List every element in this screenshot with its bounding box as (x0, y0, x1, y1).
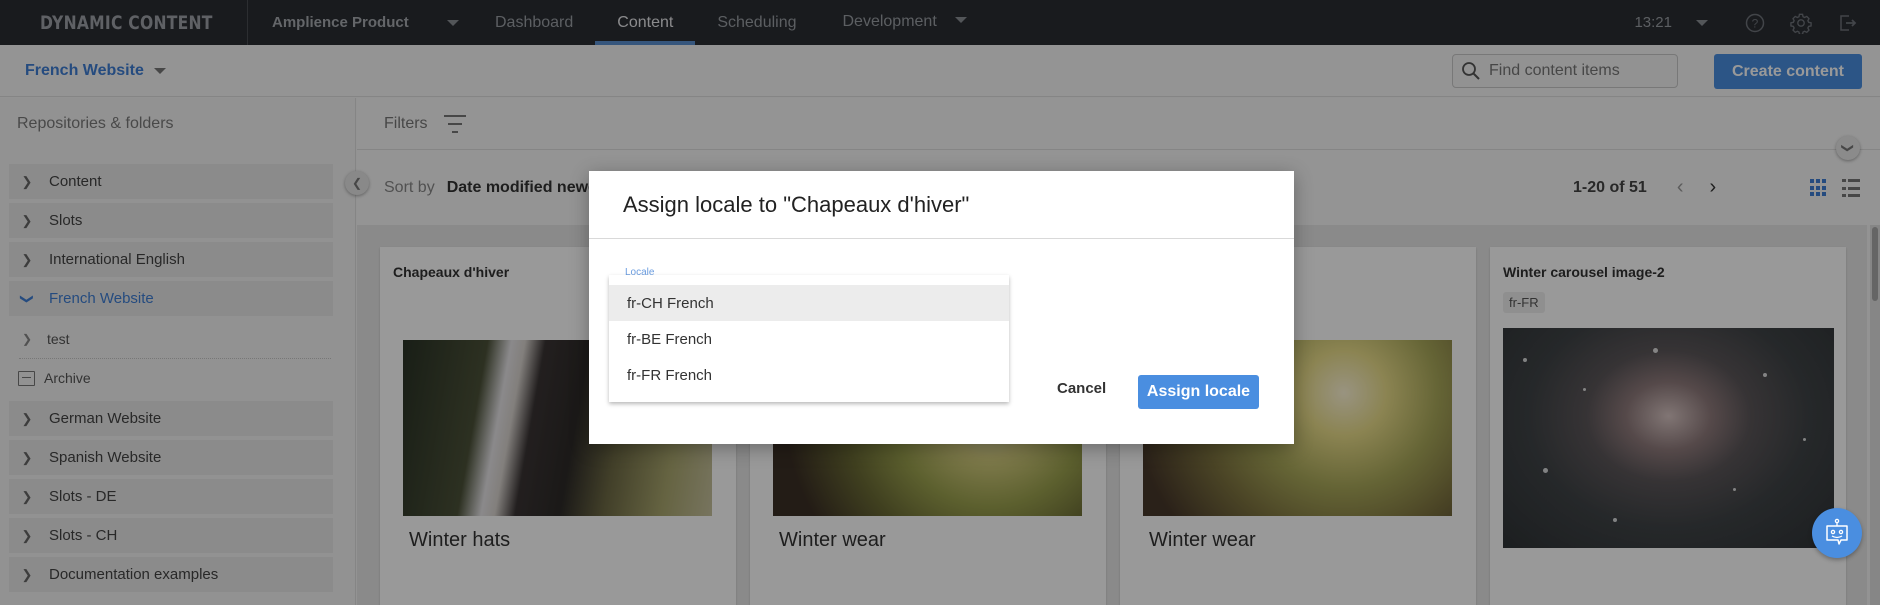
locale-dropdown-menu: fr-CH French fr-BE French fr-FR French (609, 275, 1009, 402)
assign-locale-dialog: Assign locale to "Chapeaux d'hiver" Loca… (589, 171, 1294, 444)
chatbot-button[interactable] (1812, 508, 1862, 558)
cancel-button[interactable]: Cancel (1047, 374, 1116, 403)
locale-option[interactable]: fr-BE French (609, 321, 1009, 357)
locale-option[interactable]: fr-CH French (609, 285, 1009, 321)
assign-locale-button[interactable]: Assign locale (1138, 375, 1259, 409)
locale-option[interactable]: fr-FR French (609, 357, 1009, 393)
dialog-title: Assign locale to "Chapeaux d'hiver" (589, 171, 1294, 239)
robot-icon (1826, 518, 1848, 545)
